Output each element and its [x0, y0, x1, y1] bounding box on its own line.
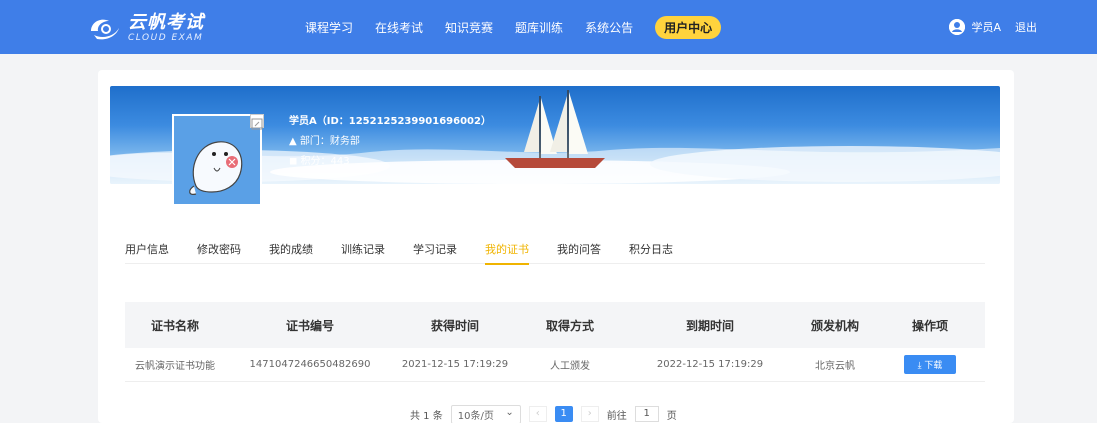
- pagination: 共 1 条 10条/页 ⌄ ‹ 1 › 前往 1 页: [410, 404, 677, 423]
- top-navbar: 云帆考试 CLOUD EXAM 课程学习 在线考试 知识竞赛 题库训练 系统公告…: [0, 0, 1097, 54]
- logo-icon: [88, 15, 122, 41]
- next-page-button[interactable]: ›: [580, 406, 599, 422]
- nav-user-center[interactable]: 用户中心: [655, 15, 722, 39]
- col-cert-number: 证书编号: [285, 318, 334, 333]
- brand-name-en: CLOUD EXAM: [128, 32, 204, 43]
- prev-page-button[interactable]: ‹: [528, 406, 547, 422]
- cell-cert-name: 云帆演示证书功能: [135, 361, 215, 372]
- tab-my-scores[interactable]: 我的成绩: [269, 236, 313, 264]
- cell-obtain-method: 人工颁发: [550, 361, 590, 372]
- cell-expire-time: 2022-12-15 17:19:29: [656, 359, 764, 370]
- main-nav: 课程学习 在线考试 知识竞赛 题库训练 系统公告 用户中心: [305, 0, 743, 54]
- goto-suffix: 页: [666, 410, 677, 422]
- profile-avatar[interactable]: [172, 114, 262, 206]
- nav-course[interactable]: 课程学习: [305, 19, 353, 36]
- profile-info: 学员A（ID：1252125239901696002） ▲ 部门：财务部 ◼ 积…: [289, 112, 491, 172]
- user-icon[interactable]: [949, 19, 966, 35]
- col-actions: 操作项: [911, 318, 948, 333]
- col-expire-time: 到期时间: [685, 318, 734, 333]
- tab-training-records[interactable]: 训练记录: [341, 236, 385, 264]
- tab-study-records[interactable]: 学习记录: [413, 236, 457, 264]
- col-obtain-method: 取得方式: [545, 318, 594, 333]
- nav-notice[interactable]: 系统公告: [585, 19, 633, 36]
- cell-actions: ⤓ 下载: [875, 355, 985, 374]
- cell-issuer: 北京云帆: [815, 361, 855, 372]
- download-button[interactable]: ⤓ 下载: [903, 355, 957, 374]
- profile-dept: ▲ 部门：财务部: [289, 136, 360, 147]
- profile-name: 学员A（ID：1252125239901696002）: [289, 116, 491, 127]
- goto-page-input[interactable]: 1: [634, 406, 659, 422]
- cell-cert-number: 1471047246650482690: [249, 359, 371, 370]
- page-number-current[interactable]: 1: [554, 406, 573, 422]
- chevron-down-icon: ⌄: [505, 406, 514, 418]
- tab-change-password[interactable]: 修改密码: [197, 236, 241, 264]
- col-cert-name: 证书名称: [150, 318, 199, 333]
- table-row: 云帆演示证书功能 1471047246650482690 2021-12-15 …: [125, 348, 985, 382]
- edit-icon[interactable]: [250, 114, 264, 130]
- table-header: 证书名称 证书编号 获得时间 取得方式 到期时间 颁发机构 操作项: [125, 302, 985, 348]
- logout-link[interactable]: 退出: [1015, 19, 1037, 35]
- user-name[interactable]: 学员A: [971, 19, 1001, 35]
- tab-my-qa[interactable]: 我的问答: [557, 236, 601, 264]
- col-obtained-time: 获得时间: [430, 318, 479, 333]
- page-size-select[interactable]: 10条/页 ⌄: [450, 404, 521, 423]
- points-icon: ◼: [289, 156, 301, 167]
- cell-obtained-time: 2021-12-15 17:19:29: [401, 359, 509, 370]
- brand-name: 云帆考试: [128, 11, 204, 33]
- nav-exam[interactable]: 在线考试: [375, 19, 423, 36]
- chevron-right-icon: ›: [587, 408, 592, 419]
- chevron-left-icon: ‹: [535, 408, 540, 419]
- brand-logo[interactable]: 云帆考试 CLOUD EXAM: [88, 13, 204, 43]
- tab-user-info[interactable]: 用户信息: [125, 236, 169, 264]
- nav-question-bank[interactable]: 题库训练: [515, 19, 563, 36]
- tab-points-log[interactable]: 积分日志: [629, 236, 673, 264]
- dept-icon: ▲: [289, 136, 300, 147]
- goto-label: 前往: [606, 410, 627, 422]
- pagination-total: 共 1 条: [410, 410, 443, 422]
- nav-contest[interactable]: 知识竞赛: [445, 19, 493, 36]
- user-center-tabs: 用户信息 修改密码 我的成绩 训练记录 学习记录 我的证书 我的问答 积分日志: [125, 236, 985, 265]
- profile-points: ◼ 积分：443: [289, 156, 350, 167]
- certificate-table: 证书名称 证书编号 获得时间 取得方式 到期时间 颁发机构 操作项 云帆演示证书…: [125, 302, 985, 382]
- user-area: 学员A 退出: [949, 0, 1037, 54]
- col-issuer: 颁发机构: [810, 318, 859, 333]
- tab-my-certificates[interactable]: 我的证书: [485, 236, 529, 265]
